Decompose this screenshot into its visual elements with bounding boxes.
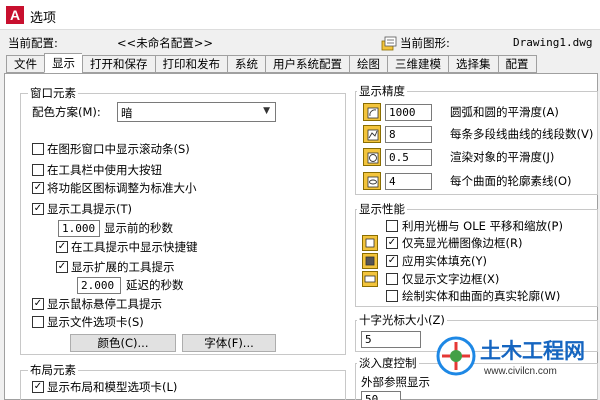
watermark-brand: 土木工程网 [480, 339, 585, 363]
show-extended-label: 显示扩展的工具提示 [71, 260, 175, 274]
tab-display[interactable]: 显示 [44, 53, 82, 73]
file-tabs-checkbox[interactable] [32, 316, 44, 328]
polyline-segments-input[interactable]: 8 [385, 126, 432, 143]
tab-plot-publish[interactable]: 打印和发布 [154, 55, 227, 73]
colors-button[interactable]: 颜色(C)... [70, 334, 176, 352]
raster-frame-label: 仅亮显光栅图像边框(R) [402, 236, 523, 250]
tab-3d-modeling[interactable]: 三维建模 [387, 55, 448, 73]
show-tooltips-label: 显示工具提示(T) [47, 202, 132, 216]
current-profile-label: 当前配置: [8, 36, 58, 50]
text-frame-icon [362, 271, 378, 287]
fade-control-title: 淡入度控制 [357, 356, 419, 370]
autocad-logo-icon: A [6, 6, 24, 24]
xref-display-input[interactable]: 50 [361, 391, 401, 400]
tab-system[interactable]: 系统 [227, 55, 265, 73]
show-tooltips-checkbox[interactable]: ✓ [32, 203, 44, 215]
raster-frame-icon [362, 235, 378, 251]
solid-fill-checkbox[interactable]: ✓ [386, 255, 398, 267]
solid-fill-icon [362, 253, 378, 269]
large-buttons-label: 在工具栏中使用大按钮 [47, 163, 162, 177]
contour-lines-label: 每个曲面的轮廓素线(O) [450, 174, 572, 188]
scrollbars-checkbox[interactable] [32, 143, 44, 155]
text-frame-checkbox[interactable] [386, 273, 398, 285]
drawing-file-icon [381, 36, 397, 51]
tab-profiles[interactable]: 配置 [497, 55, 537, 73]
crosshair-size-title: 十字光标大小(Z) [357, 313, 447, 327]
layout-model-tabs-checkbox[interactable]: ✓ [32, 381, 44, 393]
tooltip-delay-input[interactable]: 1.000 [58, 220, 100, 237]
tab-selection[interactable]: 选择集 [448, 55, 498, 73]
window-title: 选项 [30, 11, 57, 26]
ribbon-icons-checkbox[interactable]: ✓ [32, 182, 44, 194]
extended-delay-input[interactable]: 2.000 [77, 277, 121, 294]
chevron-down-icon: ▼ [263, 106, 270, 116]
raster-ole-checkbox[interactable] [386, 220, 398, 232]
watermark-logo-icon [436, 336, 476, 376]
render-smoothness-label: 渲染对象的平滑度(J) [450, 150, 555, 164]
color-scheme-label: 配色方案(M): [32, 105, 101, 119]
raster-ole-label: 利用光栅与 OLE 平移和缩放(P) [402, 219, 563, 233]
display-performance-title: 显示性能 [357, 202, 407, 216]
fonts-button[interactable]: 字体(F)... [182, 334, 276, 352]
contour-lines-icon [363, 172, 381, 190]
watermark: 土木工程网 www.civilcn.com [436, 332, 600, 400]
show-extended-checkbox[interactable]: ✓ [56, 261, 68, 273]
large-buttons-checkbox[interactable] [32, 164, 44, 176]
solid-fill-label: 应用实体填充(Y) [402, 254, 487, 268]
rollover-tooltips-checkbox[interactable]: ✓ [32, 298, 44, 310]
xref-display-label: 外部参照显示 [361, 375, 430, 389]
polyline-segments-icon [363, 125, 381, 143]
tooltip-delay-label: 显示前的秒数 [104, 221, 173, 235]
arc-smoothness-icon [363, 103, 381, 121]
arc-smoothness-input[interactable]: 1000 [385, 104, 432, 121]
layout-model-tabs-label: 显示布局和模型选项卡(L) [47, 380, 178, 394]
rollover-tooltips-label: 显示鼠标悬停工具提示 [47, 297, 162, 311]
show-shortcut-checkbox[interactable]: ✓ [56, 241, 68, 253]
current-profile-value: <<未命名配置>> [117, 36, 214, 50]
raster-frame-checkbox[interactable]: ✓ [386, 237, 398, 249]
render-smoothness-input[interactable]: 0.5 [385, 149, 432, 166]
scrollbars-label: 在图形窗口中显示滚动条(S) [47, 142, 190, 156]
show-shortcut-label: 在工具提示中显示快捷键 [71, 240, 198, 254]
display-resolution-title: 显示精度 [357, 84, 407, 98]
tab-files[interactable]: 文件 [6, 55, 44, 73]
tab-user-preferences[interactable]: 用户系统配置 [265, 55, 349, 73]
true-silhouettes-label: 绘制实体和曲面的真实轮廓(W) [402, 289, 561, 303]
ribbon-icons-label: 将功能区图标调整为标准大小 [47, 181, 197, 195]
render-smoothness-icon [363, 148, 381, 166]
tab-open-save[interactable]: 打开和保存 [82, 55, 155, 73]
current-drawing-label: 当前图形: [400, 36, 450, 50]
true-silhouettes-checkbox[interactable] [386, 290, 398, 302]
file-tabs-label: 显示文件选项卡(S) [47, 315, 144, 329]
window-elements-title: 窗口元素 [28, 86, 78, 100]
watermark-url: www.civilcn.com [484, 366, 557, 377]
layout-elements-title: 布局元素 [28, 363, 78, 377]
tab-strip: 文件 显示 打开和保存 打印和发布 系统 用户系统配置 绘图 三维建模 选择集 … [6, 53, 537, 73]
crosshair-size-input[interactable]: 5 [361, 331, 421, 348]
color-scheme-select[interactable]: 暗 ▼ [117, 102, 276, 122]
arc-smoothness-label: 圆弧和圆的平滑度(A) [450, 105, 559, 119]
title-bar: A 选项 [0, 0, 600, 30]
extended-delay-label: 延迟的秒数 [126, 278, 184, 292]
contour-lines-input[interactable]: 4 [385, 173, 432, 190]
polyline-segments-label: 每条多段线曲线的线段数(V) [450, 127, 594, 141]
current-drawing-value: Drawing1.dwg [513, 36, 593, 49]
tab-drafting[interactable]: 绘图 [349, 55, 387, 73]
color-scheme-value: 暗 [121, 106, 133, 120]
text-frame-label: 仅显示文字边框(X) [402, 272, 500, 286]
